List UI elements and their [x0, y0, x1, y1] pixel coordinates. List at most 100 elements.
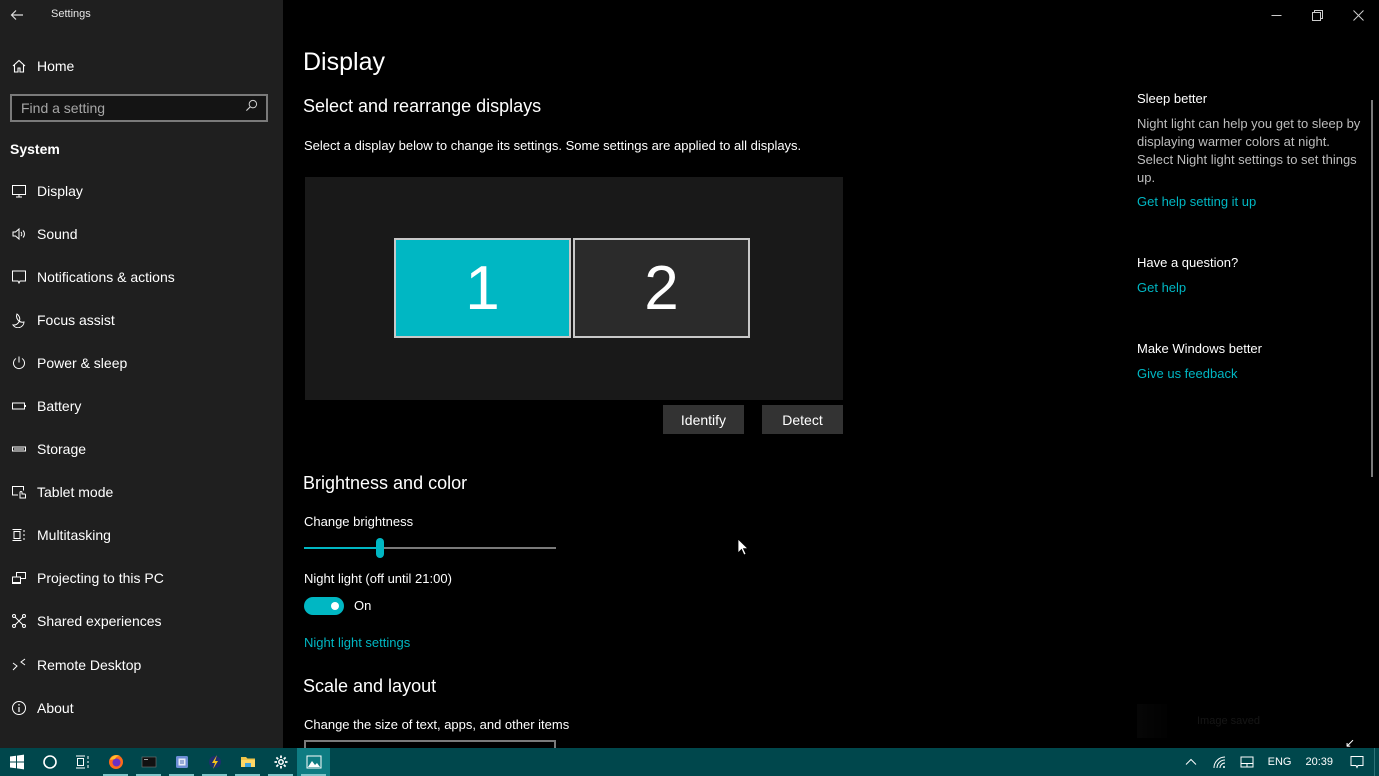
sidebar-item-power-sleep[interactable]: Power & sleep — [0, 341, 283, 384]
question-heading: Have a question? — [1137, 255, 1239, 270]
search-box[interactable] — [10, 94, 268, 122]
display-2-tile[interactable]: 2 — [573, 238, 750, 338]
network-button[interactable] — [1205, 748, 1233, 776]
close-button[interactable] — [1338, 0, 1379, 30]
arrange-description: Select a display below to change its set… — [304, 138, 802, 153]
brightness-heading: Brightness and color — [303, 473, 468, 493]
display-1-tile[interactable]: 1 — [394, 238, 571, 338]
toast-notification: Image saved — [1137, 704, 1260, 738]
back-button[interactable] — [0, 0, 34, 30]
give-feedback-link[interactable]: Give us feedback — [1137, 366, 1237, 381]
file-explorer-button[interactable] — [231, 748, 264, 776]
terminal-icon — [141, 756, 156, 768]
search-icon[interactable] — [245, 99, 258, 117]
battery-icon — [0, 398, 37, 414]
task-view-icon — [75, 755, 88, 769]
app-icon — [175, 756, 188, 768]
restore-button[interactable] — [1297, 0, 1338, 30]
app-title: Settings — [51, 8, 91, 20]
night-light-toggle[interactable] — [304, 597, 344, 615]
sidebar-item-home[interactable]: Home — [0, 50, 283, 82]
app-button[interactable] — [165, 748, 198, 776]
night-light-settings-link[interactable]: Night light settings — [304, 635, 410, 650]
tablet-mode-icon — [0, 484, 37, 500]
night-light-label: Night light (off until 21:00) — [304, 571, 452, 586]
sidebar-item-label: Remote Desktop — [37, 656, 142, 673]
start-button[interactable] — [0, 748, 33, 776]
sidebar-item-tablet-mode[interactable]: Tablet mode — [0, 471, 283, 514]
info-icon — [0, 700, 37, 716]
feedback-heading: Make Windows better — [1137, 341, 1262, 356]
identify-button[interactable]: Identify — [663, 405, 744, 434]
notification-icon — [1350, 756, 1364, 769]
system-tray: ENG 20:39 — [1177, 748, 1379, 776]
sidebar-item-shared-experiences[interactable]: Shared experiences — [0, 600, 283, 643]
toast-text: Image saved — [1197, 715, 1260, 727]
terminal-button[interactable] — [132, 748, 165, 776]
sidebar-item-battery[interactable]: Battery — [0, 384, 283, 427]
display-arrangement-canvas[interactable]: 1 2 — [305, 177, 843, 400]
sidebar-item-about[interactable]: About — [0, 686, 283, 729]
show-desktop-button[interactable] — [1374, 748, 1379, 776]
sidebar-item-label: Multitasking — [37, 527, 111, 544]
sidebar-item-label: Display — [37, 182, 83, 199]
touchpad-button[interactable] — [1233, 748, 1261, 776]
settings-window: Settings Home System Display Sound — [0, 0, 1379, 750]
scrollbar[interactable] — [1371, 100, 1373, 477]
taskbar: ENG 20:39 — [0, 748, 1379, 776]
arrange-heading: Select and rearrange displays — [303, 96, 542, 116]
firefox-icon — [108, 755, 123, 769]
sidebar-item-multitasking[interactable]: Multitasking — [0, 514, 283, 557]
sidebar-item-focus-assist[interactable]: Focus assist — [0, 298, 283, 341]
minimize-icon — [1271, 14, 1282, 16]
clock[interactable]: 20:39 — [1298, 748, 1340, 776]
scale-dropdown[interactable] — [304, 740, 556, 748]
main-content: Display Select and rearrange displays Se… — [283, 0, 1123, 748]
projecting-icon — [0, 570, 37, 586]
windows-logo-icon — [9, 754, 24, 770]
brightness-slider[interactable] — [304, 538, 556, 558]
cortana-button[interactable] — [33, 748, 66, 776]
minimize-button[interactable] — [1256, 0, 1297, 30]
sidebar-item-label: Notifications & actions — [37, 268, 175, 285]
scale-description: Change the size of text, apps, and other… — [304, 717, 570, 732]
slider-thumb[interactable] — [376, 538, 384, 558]
get-help-link[interactable]: Get help — [1137, 280, 1186, 295]
sidebar-item-display[interactable]: Display — [0, 169, 283, 212]
firefox-button[interactable] — [99, 748, 132, 776]
settings-button[interactable] — [264, 748, 297, 776]
sidebar-item-sound[interactable]: Sound — [0, 212, 283, 255]
photos-button[interactable] — [297, 748, 330, 776]
circle-icon — [42, 755, 57, 769]
back-arrow-icon — [10, 10, 23, 20]
sidebar-item-label: Projecting to this PC — [37, 570, 164, 587]
folder-icon — [240, 757, 255, 767]
action-center-button[interactable] — [1340, 748, 1374, 776]
task-view-button[interactable] — [66, 748, 99, 776]
close-icon — [1353, 9, 1364, 21]
get-help-setting-link[interactable]: Get help setting it up — [1137, 194, 1256, 209]
display-1-number: 1 — [465, 253, 500, 323]
sidebar-item-label: Shared experiences — [37, 613, 162, 630]
power-icon — [0, 355, 37, 371]
toast-icon — [1137, 704, 1167, 738]
sidebar-item-remote-desktop[interactable]: Remote Desktop — [0, 643, 283, 686]
sidebar: Settings Home System Display Sound — [0, 0, 283, 748]
speaker-icon — [0, 226, 37, 242]
sidebar-item-notifications[interactable]: Notifications & actions — [0, 255, 283, 298]
home-label: Home — [37, 58, 75, 74]
search-input[interactable] — [21, 100, 231, 116]
moon-icon — [0, 312, 37, 328]
scale-heading: Scale and layout — [303, 676, 437, 696]
sidebar-item-storage[interactable]: Storage — [0, 428, 283, 471]
sidebar-item-projecting[interactable]: Projecting to this PC — [0, 557, 283, 600]
detect-button[interactable]: Detect — [762, 405, 843, 434]
show-hidden-icons-button[interactable] — [1177, 748, 1205, 776]
chevron-up-icon — [1185, 758, 1196, 765]
page-title: Display — [303, 48, 385, 76]
home-icon — [0, 58, 37, 74]
remote-desktop-icon — [0, 657, 37, 673]
language-indicator[interactable]: ENG — [1261, 748, 1299, 776]
winamp-button[interactable] — [198, 748, 231, 776]
section-title: System — [10, 141, 60, 157]
